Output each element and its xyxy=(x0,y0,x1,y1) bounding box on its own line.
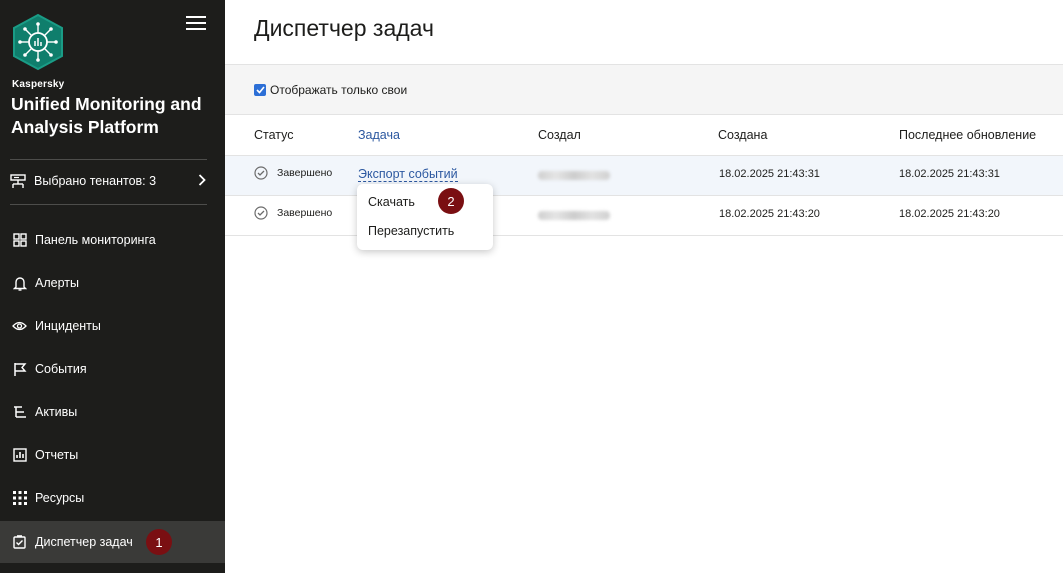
brand-product-title: Unified Monitoring and Analysis Platform xyxy=(11,94,202,137)
status-text: Завершено xyxy=(277,167,333,179)
sidebar-item-alerts[interactable]: Алерты xyxy=(0,262,225,304)
sidebar-item-events[interactable]: События xyxy=(0,348,225,390)
chevron-right-icon xyxy=(198,174,206,186)
sidebar-item-dashboard[interactable]: Панель мониторинга xyxy=(0,219,225,261)
column-header-creator[interactable]: Создал xyxy=(538,128,581,142)
column-header-created[interactable]: Создана xyxy=(718,128,767,142)
tree-icon xyxy=(12,405,27,420)
check-circle-icon xyxy=(254,206,268,220)
menu-item-download[interactable]: Скачать xyxy=(368,195,415,209)
status-cell: Завершено xyxy=(254,166,332,180)
sidebar-item-label: Инциденты xyxy=(35,319,101,333)
hamburger-menu-icon[interactable] xyxy=(186,16,206,32)
updated-cell: 18.02.2025 21:43:31 xyxy=(899,168,1000,180)
creator-redacted xyxy=(538,211,610,220)
tenant-icon xyxy=(10,173,26,188)
tenant-label: Выбрано тенантов: 3 xyxy=(34,174,157,188)
sidebar-item-task-manager[interactable]: Диспетчер задач xyxy=(0,521,225,563)
sidebar-item-label: Активы xyxy=(35,405,78,419)
task-context-menu: Скачать Перезапустить xyxy=(357,184,493,250)
check-circle-icon xyxy=(254,166,268,180)
task-link[interactable]: Экспорт событий xyxy=(358,167,458,182)
task-icon xyxy=(12,535,27,550)
eye-icon xyxy=(12,319,27,334)
callout-badge: 2 xyxy=(438,188,464,214)
status-text: Завершено xyxy=(277,207,333,219)
flag-icon xyxy=(12,362,27,377)
brand-vendor: Kaspersky xyxy=(12,79,65,90)
table-row[interactable]: Завершено Экспорт событий 18.02.2025 21:… xyxy=(225,156,1063,196)
sidebar-item-assets[interactable]: Активы xyxy=(0,391,225,433)
status-cell: Завершено xyxy=(254,206,332,220)
page-title: Диспетчер задач xyxy=(254,15,434,41)
sidebar-item-reports[interactable]: Отчеты xyxy=(0,434,225,476)
sidebar-item-label: Отчеты xyxy=(35,448,79,462)
report-icon xyxy=(12,448,27,463)
sidebar-item-label: Диспетчер задач xyxy=(35,535,133,549)
column-header-updated[interactable]: Последнее обновление xyxy=(899,128,1036,142)
sidebar-item-incidents[interactable]: Инциденты xyxy=(0,305,225,347)
creator-redacted xyxy=(538,171,610,180)
grid-icon xyxy=(12,491,27,506)
column-header-status[interactable]: Статус xyxy=(254,128,294,142)
kuma-logo-icon xyxy=(13,13,63,71)
created-cell: 18.02.2025 21:43:20 xyxy=(719,208,820,220)
sidebar-divider xyxy=(10,204,207,205)
main-content: Диспетчер задач Отображать только свои С… xyxy=(225,0,1063,573)
filter-bar: Отображать только свои xyxy=(225,64,1063,115)
menu-item-restart[interactable]: Перезапустить xyxy=(368,224,454,238)
dashboard-icon xyxy=(12,233,27,248)
sidebar-item-label: Панель мониторинга xyxy=(35,233,156,247)
tenant-selector[interactable]: Выбрано тенантов: 3 xyxy=(10,166,210,196)
sidebar-divider xyxy=(10,159,207,160)
bell-icon xyxy=(12,276,27,291)
checkbox-checked-icon[interactable] xyxy=(254,84,266,96)
sidebar-item-resources[interactable]: Ресурсы xyxy=(0,477,225,519)
table-row[interactable]: Завершено 18.02.2025 21:43:20 18.02.2025… xyxy=(225,196,1063,236)
created-cell: 18.02.2025 21:43:31 xyxy=(719,168,820,180)
updated-cell: 18.02.2025 21:43:20 xyxy=(899,208,1000,220)
sidebar-item-label: Ресурсы xyxy=(35,491,85,505)
sidebar-item-label: События xyxy=(35,362,87,376)
column-header-task[interactable]: Задача xyxy=(358,128,400,142)
callout-badge: 1 xyxy=(146,529,172,555)
sidebar: Kaspersky Unified Monitoring and Analysi… xyxy=(0,0,225,573)
only-mine-label: Отображать только свои xyxy=(270,83,408,97)
sidebar-item-label: Алерты xyxy=(35,276,79,290)
only-mine-checkbox[interactable]: Отображать только свои xyxy=(254,83,407,97)
